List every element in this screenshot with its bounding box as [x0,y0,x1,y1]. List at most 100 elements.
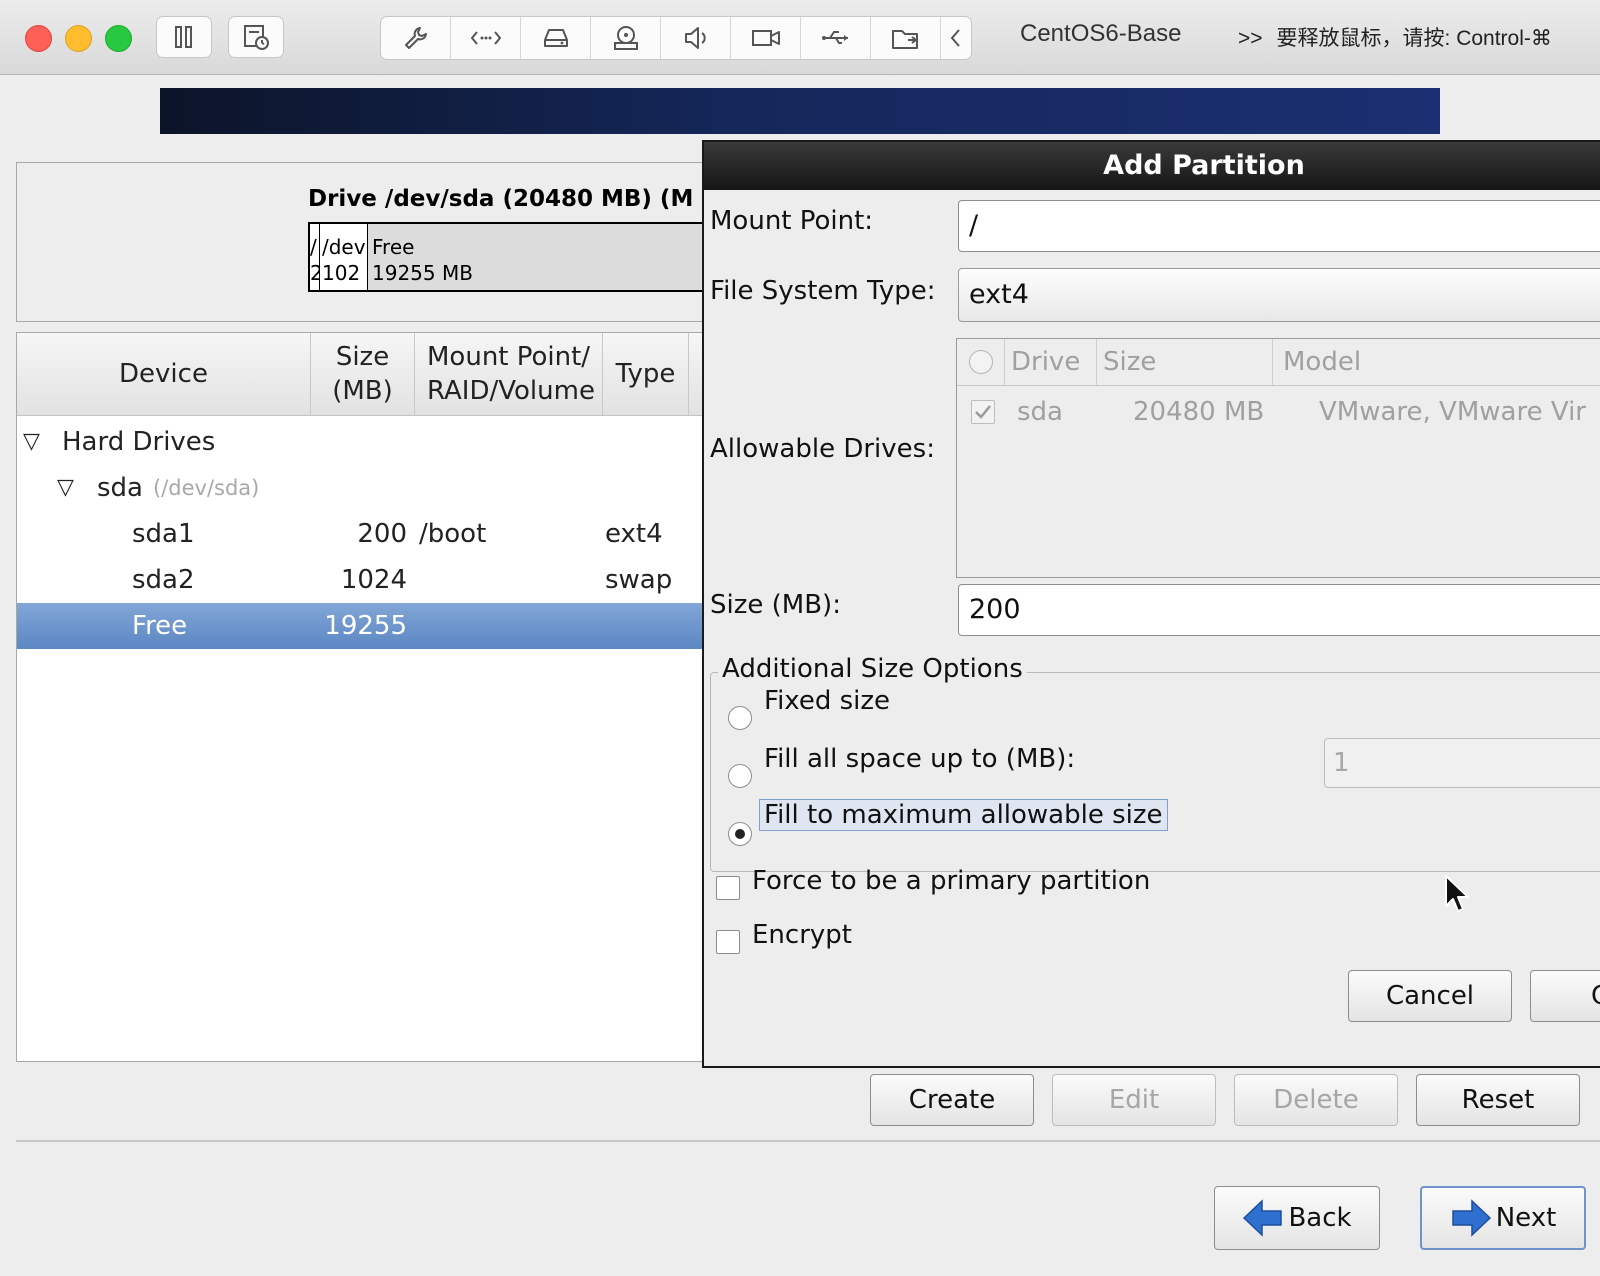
drive-row-drive: sda [1017,397,1063,427]
drives-header-drive[interactable]: Drive [1005,339,1097,385]
tree-group-hard-drives[interactable]: ▽ Hard Drives [17,419,735,465]
chevron-left-icon [950,29,960,47]
edit-button[interactable]: Edit [1052,1074,1216,1126]
allowable-drives-list[interactable]: Drive Size Model sda 20480 MB VMware, VM… [956,338,1600,578]
size-label: Size (MB): [710,590,841,620]
device-toolbar [380,16,972,60]
dialog-titlebar[interactable]: Add Partition [704,142,1600,190]
hard-disk-icon [543,29,568,47]
network-arrows-icon [470,31,501,45]
mount-point-label: Mount Point: [710,206,874,236]
drive-sda-checkbox[interactable] [971,400,995,424]
optical-drive-icon [613,26,638,50]
column-device[interactable]: Device [17,333,311,415]
force-primary-label[interactable]: Force to be a primary partition [752,866,1150,896]
segment-size: 19255 MB [372,261,473,285]
reset-button[interactable]: Reset [1416,1074,1580,1126]
speaker-icon [684,27,706,49]
network-button[interactable] [451,17,521,59]
vm-title: CentOS6-Base [1020,20,1182,47]
allowable-drives-label: Allowable Drives: [710,434,935,464]
release-mouse-text: 要释放鼠标，请按: Control-⌘ [1276,27,1552,50]
tree-disk-sda[interactable]: ▽ sda (/dev/sda) [17,465,735,511]
fill-up-to-radio[interactable] [728,764,752,788]
drive-partition-map: / 2 /dev 102 Free 19255 MB [308,222,728,292]
camera-button[interactable] [731,17,801,59]
pause-button[interactable] [156,16,212,58]
video-camera-icon [751,30,780,46]
mount-point-input[interactable]: / [958,200,1600,252]
drive-segment-free[interactable]: Free 19255 MB [368,224,726,290]
segment-label: Free [372,235,415,259]
create-button[interactable]: Create [870,1074,1034,1126]
folder-icon [891,30,918,49]
drives-header-size[interactable]: Size [1097,339,1273,385]
drives-list-header: Drive Size Model [957,339,1600,386]
zoom-window-button[interactable] [105,25,132,52]
drives-header-model[interactable]: Model [1273,339,1600,385]
usb-button[interactable] [801,17,871,59]
select-all-icon [969,350,993,374]
expander-down-icon[interactable]: ▽ [23,419,40,465]
table-row[interactable]: sda2 1024 swap [17,557,735,603]
radio-dot-icon [735,829,745,839]
cancel-button[interactable]: Cancel [1348,970,1512,1022]
add-partition-dialog: Add Partition Mount Point: / File System… [702,140,1600,1068]
installer-banner [160,88,1440,134]
additional-size-options-title: Additional Size Options [718,654,1027,684]
fill-max-label[interactable]: Fill to maximum allowable size [759,799,1168,831]
shared-folder-button[interactable] [871,17,941,59]
drive-row-size: 20480 MB [1133,397,1265,427]
minimize-window-button[interactable] [65,25,92,52]
back-button[interactable]: Back [1214,1186,1380,1250]
fs-type-label: File System Type: [710,276,936,306]
segment-label: / [310,235,317,259]
fixed-size-label[interactable]: Fixed size [764,686,890,716]
vm-toolbar: CentOS6-Base >> 要释放鼠标，请按: Control-⌘ [0,0,1600,75]
drives-header-check[interactable] [957,339,1005,385]
snapshot-button[interactable] [228,16,284,58]
optical-drive-button[interactable] [591,17,661,59]
column-mount[interactable]: Mount Point/RAID/Volume [415,333,603,415]
drive-row-model: VMware, VMware Vir [1319,397,1586,427]
sound-button[interactable] [661,17,731,59]
column-type[interactable]: Type [603,333,689,415]
arrow-right-icon [1451,1199,1491,1237]
delete-button[interactable]: Delete [1234,1074,1398,1126]
ok-button[interactable]: C [1530,970,1600,1022]
dialog-title: Add Partition [1103,150,1305,181]
next-button[interactable]: Next [1420,1186,1586,1250]
fs-type-select[interactable]: ext4 [958,268,1600,322]
snapshot-icon [244,25,269,50]
mouse-cursor-icon [1445,875,1469,912]
settings-button[interactable] [381,17,451,59]
expander-down-icon[interactable]: ▽ [57,465,74,511]
separator [16,1140,1600,1142]
fill-max-radio[interactable] [728,822,752,846]
drive-segment-sda1[interactable]: / 2 [310,224,320,290]
force-primary-checkbox[interactable] [716,876,740,900]
close-window-button[interactable] [25,25,52,52]
segment-label: /dev [322,235,366,259]
chevrons-icon: >> [1238,27,1263,50]
table-row[interactable]: sda1 200 /boot ext4 [17,511,735,557]
segment-size: 2 [310,260,319,286]
size-input[interactable]: 200 [958,584,1600,636]
encrypt-label[interactable]: Encrypt [752,920,852,950]
device-tree[interactable]: Device Size (MB) Mount Point/RAID/Volume … [16,332,736,1062]
fill-up-to-input[interactable]: 1 [1324,738,1600,788]
release-mouse-hint: >> 要释放鼠标，请按: Control-⌘ [1238,22,1552,52]
arrow-left-icon [1243,1199,1283,1237]
device-tree-header: Device Size (MB) Mount Point/RAID/Volume … [17,333,735,416]
toolbar-collapse-button[interactable] [941,17,971,59]
fixed-size-radio[interactable] [728,706,752,730]
column-size[interactable]: Size (MB) [311,333,415,415]
usb-icon [821,31,848,44]
hard-disk-button[interactable] [521,17,591,59]
drive-title: Drive /dev/sda (20480 MB) (M [308,186,694,212]
drive-segment-sda2[interactable]: /dev 102 [320,224,368,290]
encrypt-checkbox[interactable] [716,930,740,954]
wrench-icon [404,27,427,49]
table-row-selected[interactable]: Free 19255 [17,603,735,649]
fill-up-to-label[interactable]: Fill all space up to (MB): [764,744,1075,774]
